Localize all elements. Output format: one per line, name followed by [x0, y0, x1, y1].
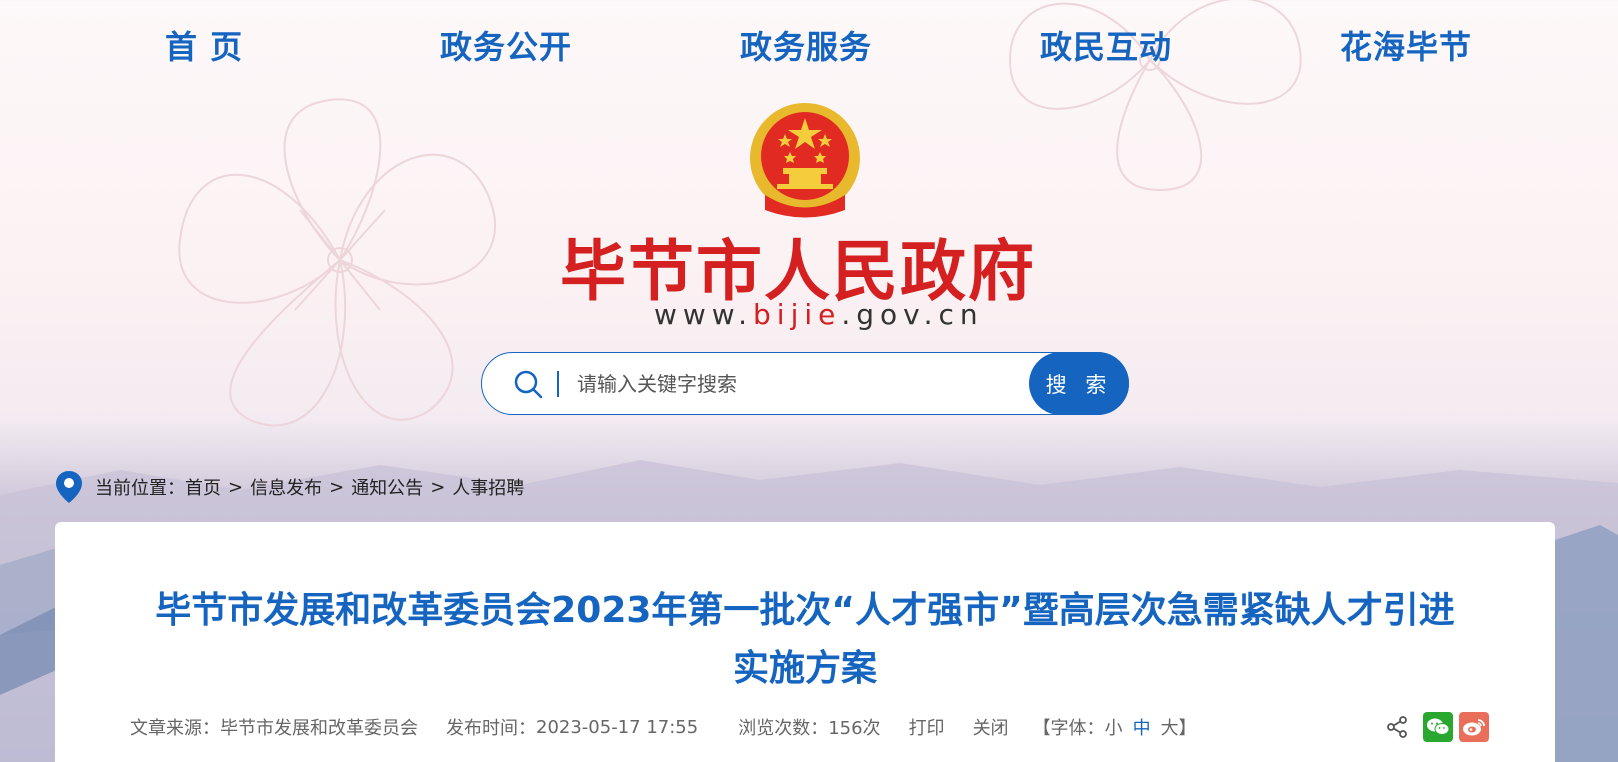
breadcrumb-item-home[interactable]: 首页: [185, 474, 221, 500]
location-pin-icon: [56, 471, 82, 503]
share-icon[interactable]: [1385, 715, 1409, 739]
site-url-suffix: .gov.cn: [841, 298, 984, 331]
font-size-large[interactable]: 大】: [1161, 714, 1197, 740]
search-icon[interactable]: [512, 368, 544, 400]
search-divider: [557, 371, 559, 397]
views-value: 156次: [828, 718, 881, 739]
article-title: 毕节市发展和改革委员会2023年第一批次“人才强市”暨高层次急需紧缺人才引进 实…: [115, 582, 1495, 698]
breadcrumb-separator: >: [329, 476, 345, 498]
article-meta: 文章来源： 毕节市发展和改革委员会 发布时间： 2023-05-17 17:55…: [130, 714, 1197, 740]
font-size-small[interactable]: 小: [1105, 714, 1123, 740]
article-title-line1: 毕节市发展和改革委员会2023年第一批次“人才强市”暨高层次急需紧缺人才引进: [155, 590, 1455, 631]
national-emblem-icon: [750, 103, 860, 218]
wechat-glyph-icon: [1427, 718, 1450, 735]
nav-item-government-affairs[interactable]: 政务公开: [440, 22, 572, 68]
search-bar: 搜 索: [481, 352, 1129, 415]
source-label: 文章来源：: [130, 718, 220, 739]
published-value: 2023-05-17 17:55: [536, 716, 699, 738]
nav-item-interaction[interactable]: 政民互动: [1040, 22, 1172, 68]
article-card: 毕节市发展和改革委员会2023年第一批次“人才强市”暨高层次急需紧缺人才引进 实…: [55, 522, 1555, 762]
top-navigation: 首 页 政务公开 政务服务 政民互动 花海毕节: [0, 0, 1618, 90]
breadcrumb-item-info-release[interactable]: 信息发布: [250, 474, 322, 500]
source-value: 毕节市发展和改革委员会: [220, 718, 418, 739]
weibo-glyph-icon: [1463, 719, 1485, 736]
nav-item-home[interactable]: 首 页: [165, 22, 243, 68]
share-icons: [1385, 712, 1495, 742]
wechat-icon[interactable]: [1423, 712, 1453, 742]
breadcrumb-item-notices[interactable]: 通知公告: [351, 474, 423, 500]
breadcrumb-item-recruitment[interactable]: 人事招聘: [452, 474, 524, 500]
search-button[interactable]: 搜 索: [1029, 352, 1129, 415]
site-url: www.bijie.gov.cn: [654, 298, 984, 331]
site-url-highlight: bijie: [753, 298, 842, 331]
breadcrumb: 当前位置： 首页 > 信息发布 > 通知公告 > 人事招聘: [55, 470, 524, 504]
published-label: 发布时间：: [446, 718, 536, 739]
breadcrumb-separator: >: [228, 476, 244, 498]
site-url-prefix: www.: [654, 298, 754, 331]
nav-item-flower-sea-bijie[interactable]: 花海毕节: [1340, 22, 1472, 68]
font-size-medium[interactable]: 中: [1133, 714, 1151, 740]
breadcrumb-separator: >: [430, 476, 446, 498]
breadcrumb-prefix: 当前位置：: [95, 478, 185, 499]
nav-item-government-services[interactable]: 政务服务: [740, 22, 872, 68]
search-input[interactable]: [577, 367, 1007, 401]
print-link[interactable]: 打印: [909, 714, 945, 740]
views-label: 浏览次数：: [738, 718, 829, 739]
close-link[interactable]: 关闭: [973, 714, 1009, 740]
weibo-icon[interactable]: [1459, 712, 1489, 742]
article-title-line2: 实施方案: [732, 648, 877, 689]
font-size-label: 【字体：: [1032, 718, 1105, 739]
